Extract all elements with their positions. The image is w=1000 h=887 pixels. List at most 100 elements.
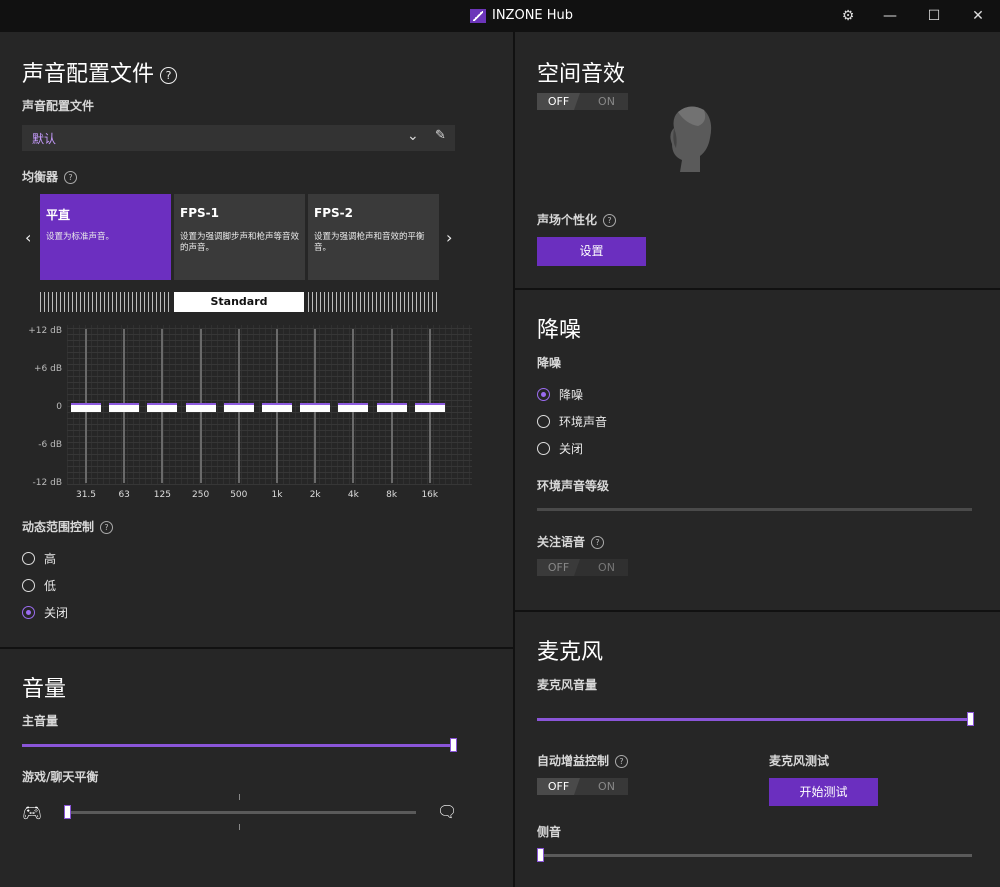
chevron-right-icon[interactable]: ›	[446, 228, 452, 247]
radio-label: 关闭	[44, 606, 69, 620]
eq-band-knob[interactable]	[109, 403, 140, 412]
toggle-on: ON	[598, 95, 615, 108]
spatial-settings-button[interactable]: 设置	[537, 237, 646, 266]
balance-label: 游戏/聊天平衡	[22, 770, 99, 784]
master-volume-label: 主音量	[22, 714, 59, 728]
eq-band-8k[interactable]: 8k	[373, 325, 411, 505]
minimize-icon[interactable]: —	[868, 0, 912, 32]
eq-band-knob[interactable]	[262, 403, 292, 412]
eq-band-freq: 500	[230, 490, 248, 500]
app-title: INZONE Hub	[470, 8, 573, 23]
nc-option-anc[interactable]: 降噪	[537, 386, 583, 403]
preset-bar-label[interactable]: Standard	[174, 292, 304, 312]
slider-thumb[interactable]	[450, 738, 457, 752]
eq-band-125[interactable]: 125	[143, 325, 181, 505]
eq-band-freq: 31.5	[75, 490, 97, 500]
slider-thumb[interactable]	[64, 805, 71, 819]
eq-band-31.5[interactable]: 31.5	[67, 325, 105, 505]
help-icon[interactable]: ?	[603, 214, 617, 227]
radio-label: 低	[44, 579, 57, 593]
eq-band-1k[interactable]: 1k	[258, 325, 296, 505]
chevron-left-icon[interactable]: ‹	[25, 228, 31, 247]
drc-option-off[interactable]: 关闭	[22, 604, 68, 621]
radio-icon[interactable]	[22, 552, 35, 565]
eq-label: 均衡器?	[22, 168, 78, 185]
agc-label: 自动增益控制?	[537, 752, 629, 769]
eq-band-knob[interactable]	[338, 403, 369, 412]
preset-scrollbar[interactable]: Standard	[40, 292, 439, 312]
radio-icon[interactable]	[22, 606, 35, 619]
balance-slider[interactable]	[64, 805, 416, 819]
drc-label: 动态范围控制?	[22, 518, 114, 535]
close-icon[interactable]: ✕	[956, 0, 1000, 32]
agc-label-text: 自动增益控制	[537, 754, 610, 768]
volume-heading: 音量	[22, 677, 67, 702]
drc-option-low[interactable]: 低	[22, 577, 56, 594]
eq-band-freq: 1k	[271, 490, 283, 500]
eq-band-250[interactable]: 250	[182, 325, 220, 505]
eq-band-knob[interactable]	[300, 403, 331, 412]
mic-heading: 麦克风	[537, 640, 604, 665]
radio-icon[interactable]	[537, 388, 550, 401]
radio-icon[interactable]	[537, 415, 550, 428]
eq-band-knob[interactable]	[147, 403, 178, 412]
eq-band-knob[interactable]	[414, 403, 445, 412]
preset-card-flat[interactable]: 平直 设置为标准声音。	[40, 194, 171, 280]
edit-pencil-icon[interactable]: ✎	[435, 128, 446, 143]
master-volume-slider[interactable]	[22, 738, 457, 752]
help-icon[interactable]: ?	[615, 755, 629, 768]
help-icon[interactable]: ?	[100, 521, 114, 534]
mic-volume-slider[interactable]	[537, 712, 974, 726]
help-icon[interactable]: ?	[591, 536, 605, 549]
drc-option-high[interactable]: 高	[22, 550, 56, 567]
help-icon[interactable]: ?	[160, 66, 178, 84]
preset-name: FPS-2	[314, 206, 353, 220]
preset-card-fps2[interactable]: FPS-2 设置为强调枪声和音效的平衡音。	[308, 194, 439, 280]
agc-toggle[interactable]: OFF ON	[537, 778, 628, 795]
divider	[515, 288, 1000, 290]
eq-band-16k[interactable]: 16k	[411, 325, 449, 505]
preset-name: FPS-1	[180, 206, 219, 220]
chat-icon: 🗨︎	[437, 802, 458, 821]
eq-band-freq: 8k	[386, 490, 398, 500]
sidetone-slider[interactable]	[537, 848, 972, 862]
radio-label: 高	[44, 552, 57, 566]
eq-band-freq: 2k	[309, 490, 321, 500]
toggle-on: ON	[598, 561, 615, 574]
eq-band-freq: 4k	[347, 490, 359, 500]
radio-icon[interactable]	[22, 579, 35, 592]
spatial-toggle[interactable]: OFF ON	[537, 93, 628, 110]
preset-card-fps1[interactable]: FPS-1 设置为强调脚步声和枪声等音效的声音。	[174, 194, 305, 280]
eq-band-63[interactable]: 63	[105, 325, 143, 505]
radio-icon[interactable]	[537, 442, 550, 455]
nc-sub-label: 降噪	[537, 356, 562, 370]
chevron-down-icon[interactable]: ⌄	[407, 128, 419, 144]
eq-band-knob[interactable]	[185, 403, 216, 412]
eq-band-500[interactable]: 500	[220, 325, 258, 505]
eq-band-freq: 125	[153, 490, 171, 500]
title-bar: INZONE Hub ⚙ — ☐ ✕	[0, 0, 1000, 32]
radio-label: 环境声音	[559, 415, 608, 429]
settings-gear-icon[interactable]: ⚙	[826, 0, 870, 32]
toggle-on: ON	[598, 780, 615, 793]
sound-profile-heading: 声音配置文件?	[22, 56, 178, 88]
eq-band-knob[interactable]	[71, 403, 101, 412]
db-label: 0	[56, 402, 62, 412]
eq-band-4k[interactable]: 4k	[334, 325, 372, 505]
focus-voice-label-text: 关注语音	[537, 535, 586, 549]
help-icon[interactable]: ?	[64, 171, 78, 184]
maximize-icon[interactable]: ☐	[912, 0, 956, 32]
eq-band-knob[interactable]	[223, 403, 254, 412]
profile-dropdown[interactable]: 默认 ⌄ ✎	[22, 125, 455, 151]
slider-thumb[interactable]	[967, 712, 974, 726]
nc-option-off[interactable]: 关闭	[537, 440, 583, 457]
spatial-heading: 空间音效	[537, 62, 626, 87]
start-test-button[interactable]: 开始测试	[769, 778, 878, 806]
nc-option-ambient[interactable]: 环境声音	[537, 413, 607, 430]
eq-label-text: 均衡器	[22, 170, 59, 184]
gamepad-icon: 🎮︎	[22, 803, 43, 822]
toggle-off: OFF	[537, 559, 580, 576]
eq-band-knob[interactable]	[376, 403, 407, 412]
slider-thumb[interactable]	[537, 848, 544, 862]
eq-band-2k[interactable]: 2k	[296, 325, 334, 505]
